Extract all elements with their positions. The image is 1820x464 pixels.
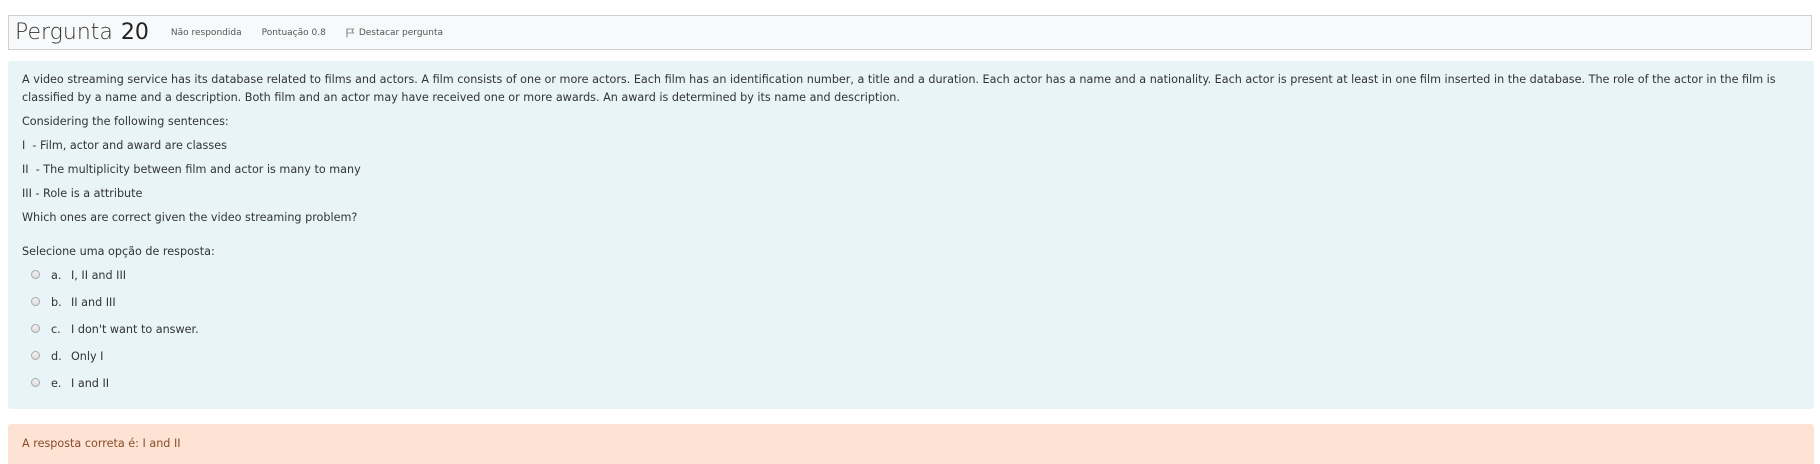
radio-button[interactable] [31,323,40,333]
radio-button[interactable] [31,377,40,387]
answer-option-e[interactable]: e. I and II [22,370,1800,397]
question-body: A video streaming service has its databa… [8,61,1814,409]
option-letter: e. [51,377,62,390]
option-text: I don't want to answer. [71,323,199,336]
sentence-1: I - Film, actor and award are classes [22,139,227,152]
flag-icon [346,28,355,37]
question-number: 20 [120,20,149,45]
sentence-3: III - Role is a attribute [22,187,143,200]
flag-question-label: Destacar pergunta [358,27,443,38]
flag-question-button[interactable]: Destacar pergunta [346,28,443,38]
answer-option-a[interactable]: a. I, II and III [22,262,1800,289]
answer-option-d[interactable]: d. Only I [22,343,1800,370]
answer-option-b[interactable]: b. II and III [22,289,1800,316]
question-text-considering: Considering the following sentences: [22,115,229,128]
answer-option-c[interactable]: c. I don't want to answer. [22,316,1800,343]
option-text: Only I [71,350,104,363]
option-letter: b. [51,296,62,309]
radio-button[interactable] [31,269,40,279]
radio-button[interactable] [31,350,40,360]
quiz-page: Pergunta 20 Não respondida Pontuação 0.8… [0,0,1820,464]
question-score: Pontuação 0.8 [261,27,326,38]
sentence-2: II - The multiplicity between film and a… [22,163,361,176]
option-text: I, II and III [71,269,127,282]
question-ask: Which ones are correct given the video s… [22,211,358,224]
question-header: Pergunta 20 Não respondida Pontuação 0.8… [8,15,1812,50]
select-prompt: Selecione uma opção de resposta: [22,245,215,258]
option-letter: c. [51,323,61,336]
question-title: Pergunta 20 [15,20,149,45]
answer-options: a. I, II and III b. II and III c. I don'… [22,262,1800,397]
correct-answer-feedback: A resposta correta é: I and II [8,424,1814,464]
radio-button[interactable] [31,296,40,306]
option-text: I and II [71,377,110,390]
option-letter: d. [51,350,62,363]
question-status: Não respondida [170,27,242,38]
question-title-word: Pergunta [15,20,113,45]
question-text: A video streaming service has its databa… [22,73,1776,104]
option-letter: a. [51,269,62,282]
option-text: II and III [71,296,116,309]
